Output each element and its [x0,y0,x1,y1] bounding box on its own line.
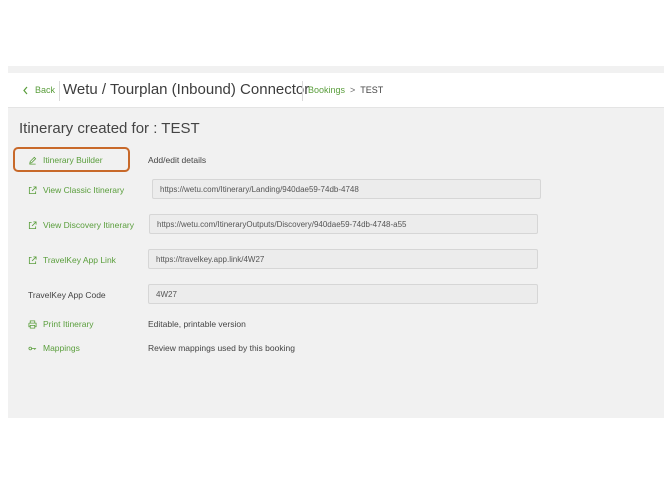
external-link-icon [28,185,37,194]
travelkey-app-code-field[interactable]: 4W27 [148,284,538,304]
mappings-link[interactable]: Mappings [28,343,80,353]
top-bar: Back Wetu / Tourplan (Inbound) Connector… [8,73,664,108]
travelkey-app-link-label: TravelKey App Link [43,255,116,265]
print-itinerary-description: Editable, printable version [148,319,246,329]
classic-itinerary-url-field[interactable]: https://wetu.com/Itinerary/Landing/940da… [152,179,541,199]
discovery-itinerary-url-field[interactable]: https://wetu.com/ItineraryOutputs/Discov… [149,214,538,234]
breadcrumb-separator: > [350,85,356,95]
mappings-description: Review mappings used by this booking [148,343,295,353]
itinerary-builder-label: Itinerary Builder [43,155,103,165]
chevron-left-icon [23,86,28,94]
header-divider [59,81,60,101]
view-discovery-itinerary-link[interactable]: View Discovery Itinerary [28,220,134,230]
travelkey-app-link-field[interactable]: https://travelkey.app.link/4W27 [148,249,538,269]
view-classic-itinerary-link[interactable]: View Classic Itinerary [28,185,124,195]
breadcrumb-bookings-link[interactable]: Bookings [308,85,345,95]
breadcrumb: Bookings > TEST [308,85,383,95]
external-link-icon [28,255,37,264]
page-title: Itinerary created for : TEST [19,120,200,137]
content-panel [8,66,664,418]
print-itinerary-label: Print Itinerary [43,319,94,329]
key-icon [28,346,37,350]
view-discovery-itinerary-label: View Discovery Itinerary [43,220,135,230]
travelkey-app-link[interactable]: TravelKey App Link [28,255,116,265]
header-divider [302,81,303,101]
print-itinerary-link[interactable]: Print Itinerary [28,319,94,329]
mappings-label: Mappings [43,343,80,353]
back-label: Back [35,85,56,95]
back-button[interactable]: Back [22,85,55,95]
view-classic-itinerary-label: View Classic Itinerary [43,185,125,195]
edit-icon [29,156,37,165]
itinerary-builder-link[interactable]: Itinerary Builder [28,155,103,165]
breadcrumb-current: TEST [360,85,384,95]
external-link-icon [28,220,37,229]
itinerary-builder-description: Add/edit details [148,155,207,165]
print-icon [28,319,37,329]
app-title: Wetu / Tourplan (Inbound) Connector [63,81,310,98]
travelkey-app-code-label: TravelKey App Code [28,290,106,300]
